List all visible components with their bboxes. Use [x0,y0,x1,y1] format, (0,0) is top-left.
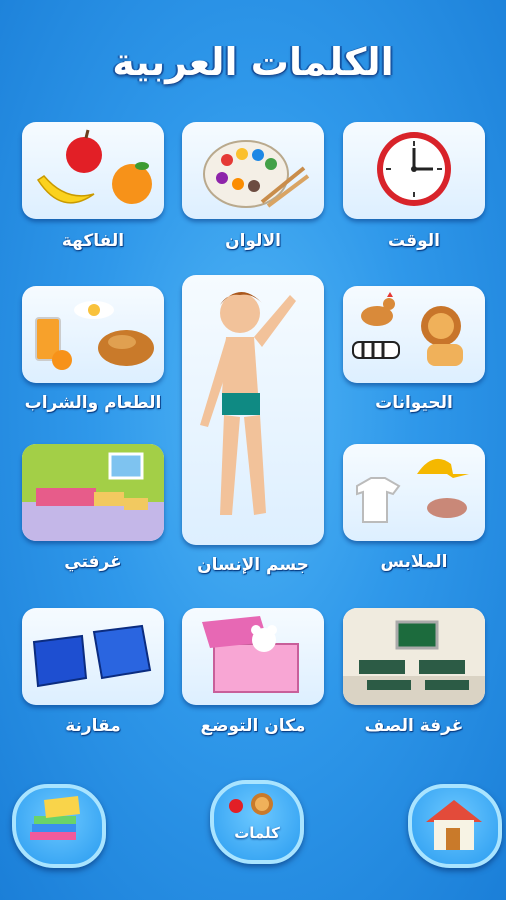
tile-human-body[interactable] [182,275,324,545]
tile-time[interactable] [343,122,485,219]
toy-box-icon [202,616,299,693]
tile-clothes[interactable] [343,444,485,541]
tile-animals[interactable] [343,286,485,383]
words-label: كلمات [234,824,280,842]
tile-classroom[interactable] [343,608,485,705]
tile-position-label: مكان التوضع [200,716,306,736]
tile-food-drink-label: الطعام والشراب [24,393,162,413]
home-icon [426,800,482,850]
clock-icon [377,132,451,206]
classroom-icon [343,608,485,705]
tile-human-body-label: جسم الإنسان [197,555,309,575]
home-button[interactable] [408,784,502,868]
food-drink-icon [35,301,154,370]
tile-colors[interactable] [182,122,324,219]
tile-fruit[interactable] [22,122,164,219]
tile-animals-label: الحيوانات [375,393,453,413]
tile-my-room-label: غرفتي [64,552,122,572]
tile-fruit-label: الفاكهة [61,231,125,251]
words-button[interactable]: كلمات [210,780,304,864]
words-icon [229,793,273,815]
tile-comparison-label: مقارنة [65,716,121,736]
page-title: الكلمات العربية [112,40,394,84]
human-body-icon [200,291,296,515]
fruits-icon [36,129,152,204]
books-icon [32,624,152,688]
tile-clothes-label: الملابس [380,552,448,572]
animals-icon [352,292,463,366]
clothes-icon [356,458,469,523]
tile-food-drink[interactable] [22,286,164,383]
tile-classroom-label: غرفة الصف [364,716,464,736]
tile-my-room[interactable] [22,444,164,541]
tile-time-label: الوقت [388,231,440,251]
tile-comparison[interactable] [22,608,164,705]
bedroom-icon [22,444,164,541]
tile-colors-label: الالوان [225,231,281,251]
notebooks-icon [30,796,80,840]
notebooks-button[interactable] [12,784,106,868]
paint-palette-icon [203,140,310,208]
tile-position[interactable] [182,608,324,705]
